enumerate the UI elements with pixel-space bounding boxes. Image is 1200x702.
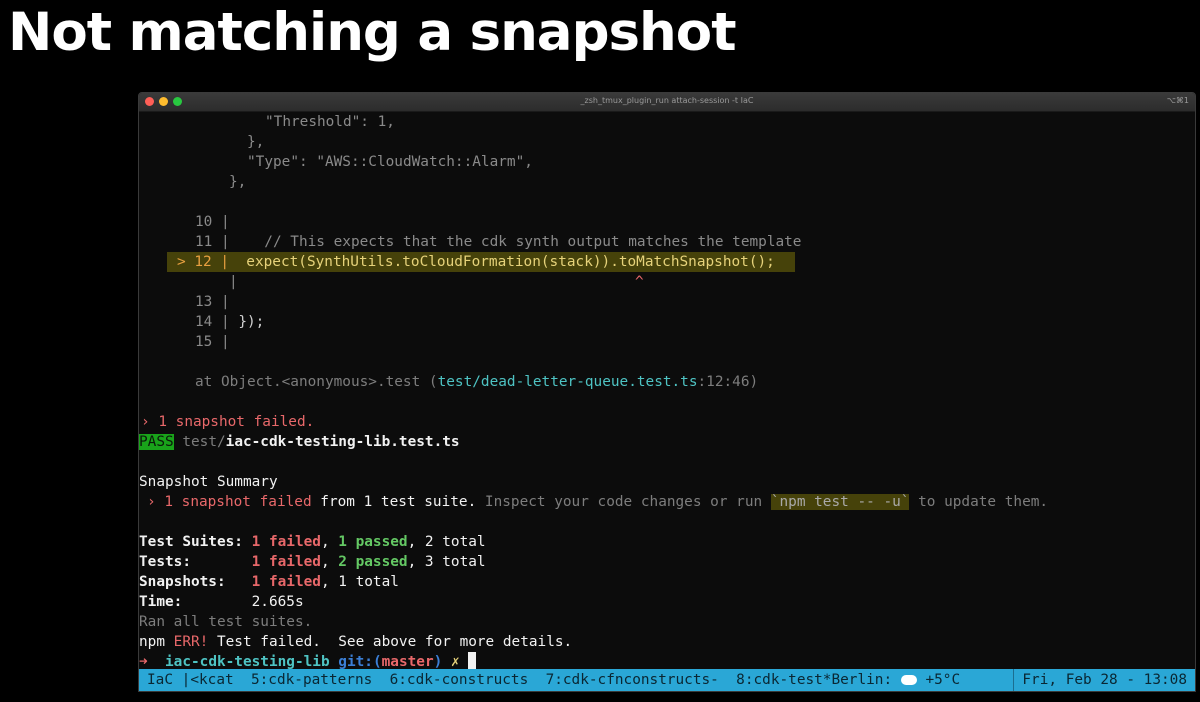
line-number: | (229, 274, 238, 290)
code-line: }, (139, 132, 1195, 152)
code-line-14: 14 | }); (139, 312, 1195, 332)
code-text: "AWS::CloudWatch::Alarm", (316, 154, 533, 170)
stat-failed: 1 failed (251, 554, 321, 570)
stat-label: Tests: (139, 554, 252, 570)
code-text: }, (229, 174, 247, 190)
stat-passed: 2 passed (338, 554, 408, 570)
terminal-cursor[interactable] (468, 652, 477, 669)
summary-inspect-text: Inspect your code changes or run (476, 494, 771, 510)
snapshot-summary-line: › 1 snapshot failed from 1 test suite. I… (139, 492, 1195, 512)
stat-label: Snapshots: (139, 574, 252, 590)
cloud-icon (900, 675, 917, 685)
window-title: _zsh_tmux_plugin_run attach-session -t I… (580, 96, 754, 105)
stat-passed: 1 passed (338, 534, 408, 550)
code-text: "Threshold": 1, (265, 114, 395, 130)
pass-test-dir: test/ (182, 434, 226, 450)
stat-label: Test Suites: (139, 534, 252, 550)
code-line: }, (139, 172, 1195, 192)
pass-line: PASS test/iac-cdk-testing-lib.test.ts (139, 432, 1195, 452)
tmux-session-name: IaC (147, 672, 173, 688)
line-number: 11 | (195, 234, 230, 250)
window-titlebar: _zsh_tmux_plugin_run attach-session -t I… (139, 93, 1195, 112)
stat-total: 1 total (338, 574, 399, 590)
summary-header-text: Snapshot Summary (139, 474, 278, 490)
prompt-directory: iac-cdk-testing-lib (165, 654, 330, 670)
prompt-git-branch: master (381, 654, 434, 670)
error-caret: ^ (635, 274, 644, 290)
stat-failed: 1 failed (251, 574, 321, 590)
stack-trace-text: at Object.<anonymous>.test ( (195, 374, 438, 390)
tmux-window-tab[interactable]: 7:cdk-cfnconstructs- (546, 672, 719, 688)
summary-fail-text: › 1 snapshot failed (147, 494, 312, 510)
snapshots-line: Snapshots: 1 failed, 1 total (139, 574, 399, 590)
error-line-marker: > 12 | (177, 254, 229, 270)
code-line: "Threshold": 1, (139, 112, 1195, 132)
line-number: 10 | (195, 214, 230, 230)
prompt-arrow-icon: ➜ (139, 654, 148, 670)
snapshot-failed-line: › 1 snapshot failed. (139, 412, 1195, 432)
code-line-10: 10 | (139, 212, 1195, 232)
code-line-12: > 12 | expect(SynthUtils.toCloudFormatio… (139, 252, 1195, 272)
update-snapshot-command: `npm test -- -u` (770, 494, 910, 510)
summary-update-text: to update them. (909, 494, 1049, 510)
slide-title: Not matching a snapshot (8, 2, 737, 63)
stack-trace-file-link[interactable]: test/dead-letter-queue.test.ts (438, 374, 698, 390)
npm-error-message: Test failed. See above for more details. (208, 634, 573, 650)
tmux-window-tab[interactable]: <kcat (190, 672, 233, 688)
status-datetime-block: Fri, Feb 28 - 13:08 (1013, 669, 1195, 691)
stat-total: 2 total (424, 534, 486, 550)
stat-time-value: 2.665s (251, 594, 304, 610)
test-suites-line: Test Suites: 1 failed, 1 passed, 2 total (139, 534, 486, 550)
code-comment: // This expects that the cdk synth outpu… (229, 234, 802, 250)
code-line-13: 13 | (139, 292, 1195, 312)
tmux-window-tab[interactable]: 5:cdk-patterns (251, 672, 372, 688)
line-number: 13 | (195, 294, 230, 310)
weather-temperature: +5°C (925, 672, 961, 688)
code-text: }, (247, 134, 265, 150)
npm-error-line: npm ERR! Test failed. See above for more… (139, 632, 1195, 652)
ran-all-line: Ran all test suites. (139, 612, 1195, 632)
line-number: 14 | (195, 314, 230, 330)
line-number: 15 | (195, 334, 230, 350)
pass-badge: PASS (139, 434, 174, 450)
stat-failed: 1 failed (251, 534, 321, 550)
stat-label: Time: (139, 594, 252, 610)
prompt-git-label: git:( (338, 654, 382, 670)
tmux-status-bar: IaC |<kcat 5:cdk-patterns 6:cdk-construc… (139, 669, 1195, 691)
prompt-git-close: ) (433, 654, 443, 670)
snapshot-failed-text: › 1 snapshot failed. (141, 414, 315, 430)
npm-text: npm (139, 634, 174, 650)
terminal-window: _zsh_tmux_plugin_run attach-session -t I… (138, 92, 1196, 692)
code-text: }); (229, 314, 265, 330)
tests-line: Tests: 1 failed, 2 passed, 3 total (139, 554, 486, 570)
summary-from-text: from 1 test suite. (311, 494, 477, 510)
error-code-text: expect(SynthUtils.toCloudFormation(stack… (228, 254, 775, 270)
code-line-11: 11 | // This expects that the cdk synth … (139, 232, 1195, 252)
npm-err-badge: ERR! (173, 634, 209, 650)
time-line: Time: 2.665s (139, 592, 1195, 612)
pass-test-file: iac-cdk-testing-lib.test.ts (225, 434, 460, 450)
snapshot-summary-header: Snapshot Summary (139, 472, 1195, 492)
code-line-15: 15 | (139, 332, 1195, 352)
code-line: "Type": "AWS::CloudWatch::Alarm", (139, 152, 1195, 172)
status-datetime: Fri, Feb 28 - 13:08 (1022, 672, 1187, 688)
tmux-window-tab[interactable]: 6:cdk-constructs (390, 672, 529, 688)
tmux-window-tab-active[interactable]: 8:cdk-test* (736, 672, 831, 688)
weather-city: Berlin: (831, 672, 893, 688)
ran-all-text: Ran all test suites. (139, 614, 313, 630)
code-text: "Type": (247, 154, 317, 170)
stat-total: 3 total (424, 554, 486, 570)
stack-trace-line: at Object.<anonymous>.test (test/dead-le… (139, 372, 1195, 392)
code-caret-line: | ^ (139, 272, 1195, 292)
prompt-dirty-icon: ✗ (450, 654, 460, 670)
stack-trace-position: :12:46) (697, 374, 759, 390)
window-shortcut: ⌥⌘1 (1166, 96, 1189, 105)
terminal-output[interactable]: "Threshold": 1, }, "Type": "AWS::CloudWa… (139, 112, 1195, 670)
